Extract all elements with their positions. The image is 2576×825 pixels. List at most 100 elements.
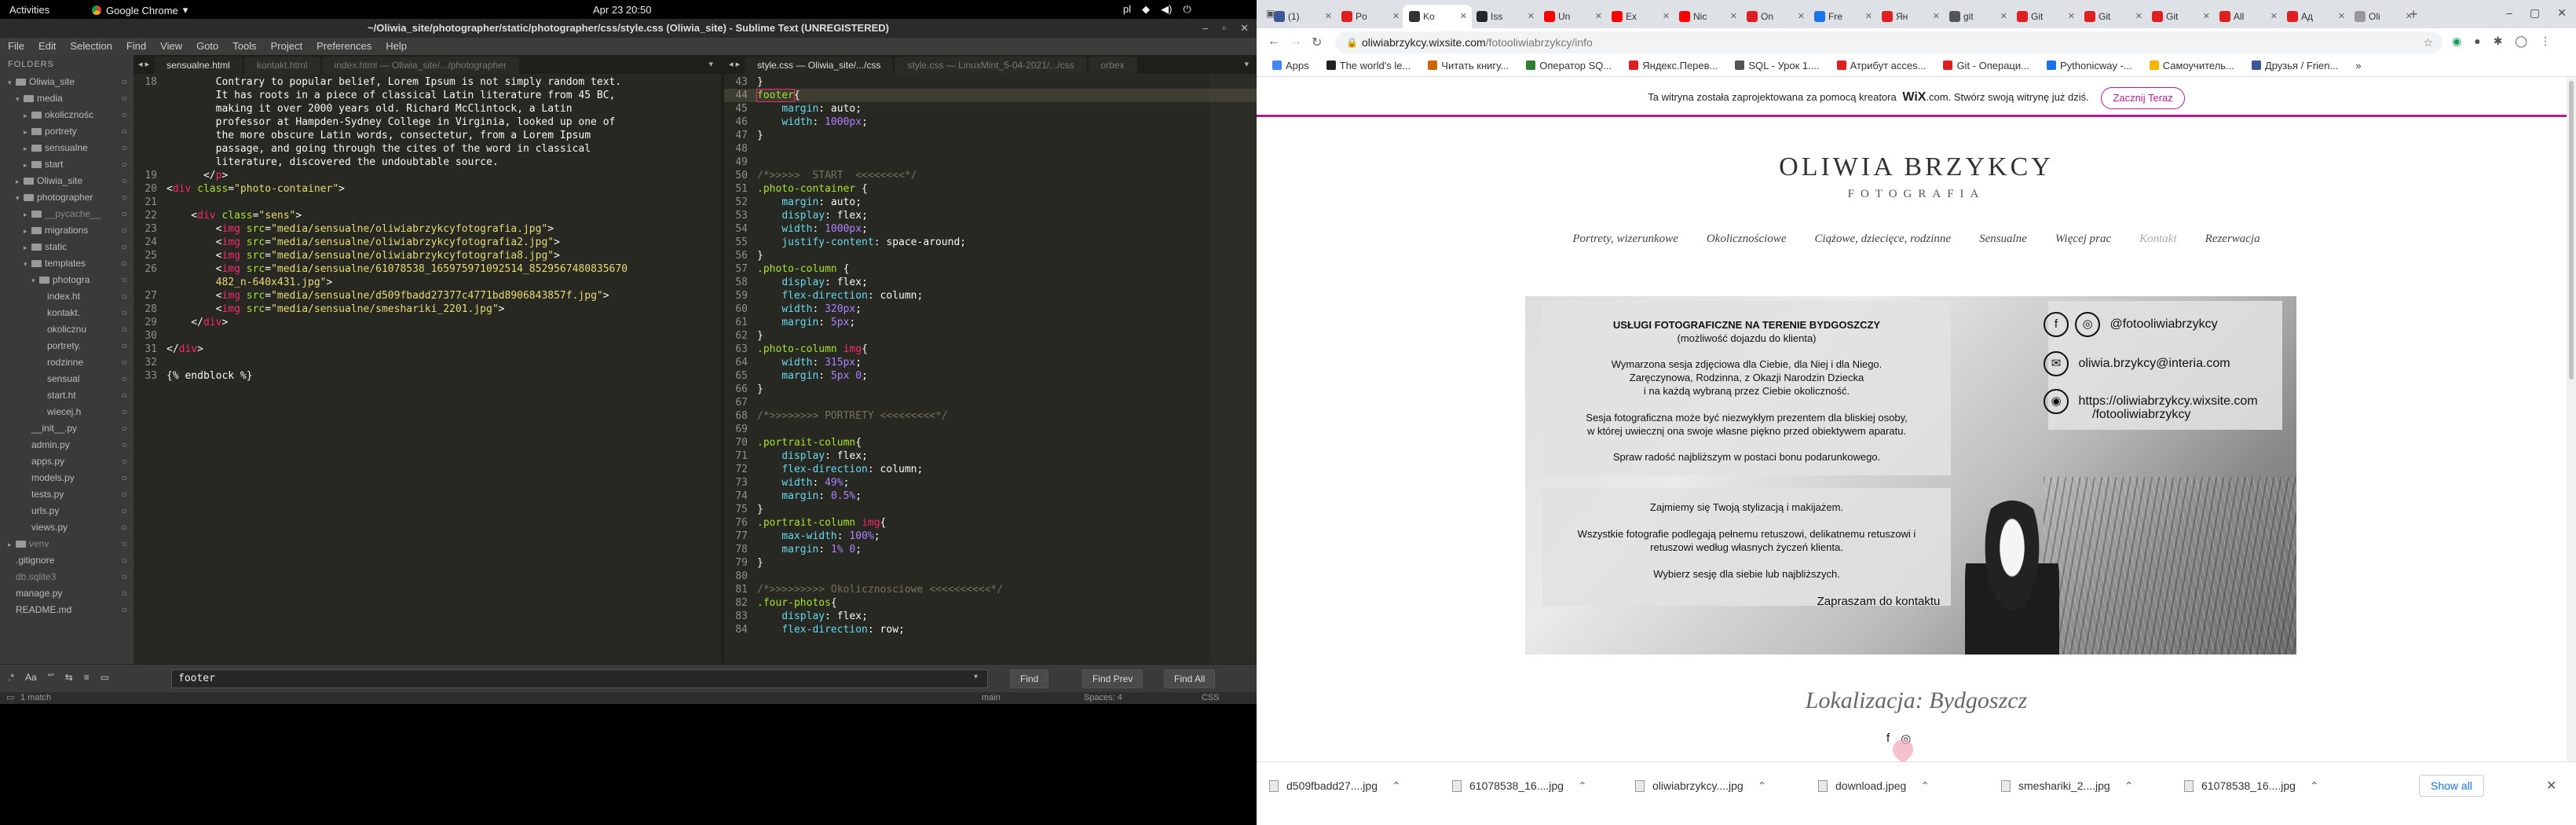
show-all-downloads-button[interactable]: Show all [2419, 775, 2484, 797]
browser-tab[interactable]: Git ✕ [2078, 5, 2147, 28]
app-menu[interactable]: Google Chrome ▾ [92, 4, 188, 16]
chevron-up-icon[interactable]: ⌃ [1920, 779, 1930, 792]
bookmark-item[interactable]: Самоучитель... [2149, 55, 2234, 76]
sidebar-file[interactable]: start.ht ○ [0, 387, 134, 404]
find-prev-button[interactable]: Find Prev [1082, 669, 1143, 688]
bookmark-item[interactable]: Читать книгу... [1428, 55, 1509, 76]
tab-close-icon[interactable]: ✕ [2135, 5, 2142, 28]
reload-icon[interactable]: ↻ [1312, 35, 1322, 50]
sidebar-folder[interactable]: ▾ photogra ○ [0, 272, 134, 288]
tab-close-icon[interactable]: ✕ [1460, 5, 1467, 28]
sidebar-file[interactable]: views.py ○ [0, 519, 134, 536]
disclosure-closed-icon[interactable]: ▸ [24, 207, 31, 222]
download-item[interactable]: d509fbadd27....jpg ⌃ [1269, 779, 1401, 793]
sidebar-file[interactable]: urls.py ○ [0, 503, 134, 519]
instagram-icon[interactable]: ◎ [2075, 312, 2100, 337]
tab-close-icon[interactable]: ✕ [2000, 5, 2007, 28]
bookmark-item[interactable]: Pythonicway -... [2047, 55, 2132, 76]
minimize-icon[interactable]: – [2506, 6, 2512, 20]
tab-close-icon[interactable]: ✕ [2270, 5, 2278, 28]
status-branch[interactable]: main [982, 692, 1001, 704]
browser-tab[interactable]: Nic ✕ [1673, 5, 1742, 28]
bookmark-item[interactable]: Яндекс.Перев... [1629, 55, 1718, 76]
status-indentation[interactable]: Spaces: 4 [1084, 692, 1122, 704]
power-icon[interactable]: ⏻ [1183, 3, 1191, 16]
browser-tab[interactable]: Fre ✕ [1808, 5, 1877, 28]
tab-close-icon[interactable]: ✕ [1798, 5, 1805, 28]
social-website-path[interactable]: /fotooliwiabrzykcy [2092, 408, 2190, 421]
menu-item-help[interactable]: Help [386, 38, 407, 55]
menu-item-edit[interactable]: Edit [38, 38, 56, 55]
sidebar-folder[interactable]: ▾ media ○ [0, 90, 134, 107]
menu-item-selection[interactable]: Selection [70, 38, 112, 55]
browser-tab[interactable]: Iss ✕ [1470, 5, 1539, 28]
facebook-icon[interactable]: f [1886, 732, 1890, 746]
sidebar-folder[interactable]: ▸ okolicznośc ○ [0, 107, 134, 123]
minimize-icon[interactable]: – [1202, 19, 1208, 38]
sidebar-folder[interactable]: ▾ Oliwia_site ○ [0, 74, 134, 90]
tab-close-icon[interactable]: ✕ [1325, 5, 1332, 28]
maximize-icon[interactable]: ▢ [2530, 6, 2540, 20]
browser-tab[interactable]: Git ✕ [2146, 5, 2215, 28]
regex-toggle-icon[interactable]: .* [8, 672, 14, 683]
menu-item-find[interactable]: Find [126, 38, 146, 55]
code-editor-right[interactable]: 43} 44 footer{45 margin: auto; 46 width: 10… [724, 74, 1257, 636]
minimap[interactable] [1209, 74, 1257, 663]
download-item[interactable]: 61078538_16....jpg ⌃ [1452, 779, 1587, 793]
sidebar-file[interactable]: portrety. ○ [0, 338, 134, 354]
site-nav-item[interactable]: Kontakt [2139, 233, 2177, 245]
site-nav-item[interactable]: Portrety, wizerunkowe [1572, 233, 1678, 245]
extension-icon[interactable]: ● [2474, 35, 2480, 48]
disclosure-closed-icon[interactable]: ▸ [16, 174, 24, 189]
sidebar-file[interactable]: sensual ○ [0, 371, 134, 387]
browser-tab[interactable]: Po ✕ [1335, 5, 1404, 28]
sidebar-folder[interactable]: ▸ venv ○ [0, 536, 134, 552]
menu-item-tools[interactable]: Tools [232, 38, 256, 55]
profile-avatar-icon[interactable]: ◯ [2515, 35, 2527, 48]
tab-close-icon[interactable]: ✕ [1730, 5, 1737, 28]
site-nav-item[interactable]: Okolicznościowe [1707, 233, 1787, 245]
sidebar-file[interactable]: admin.py ○ [0, 437, 134, 453]
site-title[interactable]: OLIWIA BRZYKCY [1257, 152, 2576, 182]
browser-tab[interactable]: git ✕ [1943, 5, 2012, 28]
disclosure-closed-icon[interactable]: ▸ [24, 141, 31, 156]
social-email[interactable]: oliwia.brzykcy@interia.com [2078, 357, 2230, 370]
browser-tab[interactable]: (1) ✕ [1268, 5, 1337, 28]
find-input[interactable]: footer [171, 669, 988, 688]
browser-tab[interactable]: Ад ✕ [2281, 5, 2350, 28]
extensions-puzzle-icon[interactable]: ✱ [2494, 35, 2503, 48]
download-item[interactable]: 61078538_16....jpg ⌃ [2184, 779, 2319, 793]
tab-close-icon[interactable]: ✕ [1595, 5, 1602, 28]
close-icon[interactable]: ✕ [2546, 778, 2556, 794]
editor-tab[interactable]: style.css — LinuxMint_5-04-2021/.../css [895, 57, 1087, 74]
site-nav-item[interactable]: Więcej prac [2055, 233, 2111, 245]
sidebar-folder[interactable]: ▸ start ○ [0, 156, 134, 173]
tab-close-icon[interactable]: ✕ [2203, 5, 2210, 28]
editor-tab[interactable]: sensualne.html [154, 57, 243, 74]
sidebar-file[interactable]: rodzinne ○ [0, 354, 134, 371]
bookmark-item[interactable]: Оператор SQ... [1526, 55, 1612, 76]
sidebar-file[interactable]: __init__.py ○ [0, 420, 134, 437]
chevron-up-icon[interactable]: ⌃ [1578, 779, 1587, 792]
sidebar-folder[interactable]: ▾ templates ○ [0, 255, 134, 272]
menu-item-goto[interactable]: Goto [196, 38, 218, 55]
volume-icon[interactable]: ◀) [1161, 3, 1172, 16]
facebook-icon[interactable]: f [2044, 312, 2069, 337]
editor-pane-left[interactable]: ◂ ▸ sensualne.html kontakt.html index.html… [134, 55, 721, 664]
status-syntax[interactable]: CSS [1202, 692, 1220, 704]
bookmark-item[interactable]: Атрибут acces... [1836, 55, 1926, 76]
disclosure-closed-icon[interactable]: ▸ [24, 157, 31, 173]
address-bar[interactable]: 🔒 oliwiabrzykcy.wixsite.com/fotooliwiabr… [1335, 31, 2442, 53]
facebook-instagram-row[interactable]: f ◎ @fotooliwiabrzykcy [2044, 312, 2279, 337]
sidebar-file[interactable]: manage.py ○ [0, 585, 134, 602]
website-row-2[interactable]: /fotooliwiabrzykcy [2044, 408, 2279, 422]
close-icon[interactable]: ✕ [2557, 6, 2567, 20]
activities-button[interactable]: Activities [9, 4, 49, 16]
tab-nav-arrows[interactable]: ◂ ▸ [724, 55, 745, 74]
bookmark-star-icon[interactable]: ☆ [2423, 31, 2433, 53]
sidebar-file[interactable]: wiecej.h ○ [0, 404, 134, 420]
tab-close-icon[interactable]: ✕ [1865, 5, 1872, 28]
email-row[interactable]: ✉ oliwia.brzykcy@interia.com [2044, 351, 2279, 376]
download-item[interactable]: smeshariki_2....jpg ⌃ [2001, 779, 2133, 793]
browser-tab[interactable]: All ✕ [2213, 5, 2282, 28]
